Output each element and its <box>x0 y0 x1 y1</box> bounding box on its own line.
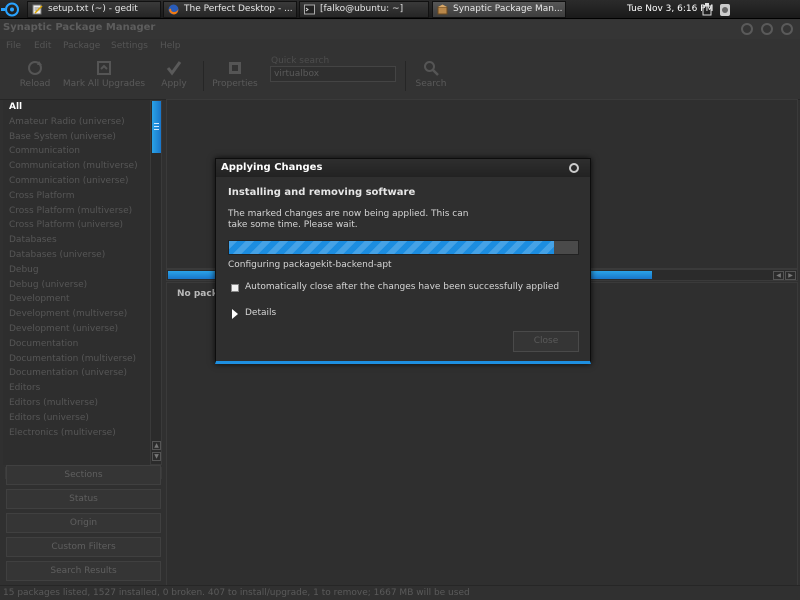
search-results-button[interactable]: Search Results <box>6 561 161 581</box>
category-item[interactable]: Debug (universe) <box>3 278 150 293</box>
category-item[interactable]: Editors (multiverse) <box>3 396 150 411</box>
toolbar-separator <box>405 61 406 91</box>
properties-icon <box>227 60 243 76</box>
category-item[interactable]: Documentation (multiverse) <box>3 352 150 367</box>
progress-bar <box>228 240 579 255</box>
toolbar: Reload Mark All Upgrades Apply Propertie… <box>0 55 800 100</box>
menu-edit[interactable]: Edit <box>34 41 51 51</box>
menu-package[interactable]: Package <box>63 41 100 51</box>
window-titlebar[interactable]: Synaptic Package Manager <box>0 19 800 39</box>
menu-bar: File Edit Package Settings Help <box>0 39 800 55</box>
details-expander-arrow-icon[interactable] <box>232 309 238 319</box>
main-menu-icon[interactable] <box>1 1 23 18</box>
task-gedit[interactable]: setup.txt (~) - gedit <box>27 1 161 18</box>
progress-bar-fill <box>229 241 554 254</box>
sections-button[interactable]: Sections <box>6 465 161 485</box>
search-icon <box>423 60 439 76</box>
dialog-title: Applying Changes <box>221 162 323 173</box>
quick-search-label: Quick search <box>271 56 330 66</box>
firefox-icon <box>168 4 179 15</box>
auto-close-label[interactable]: Automatically close after the changes ha… <box>245 282 559 292</box>
gedit-icon <box>32 4 43 15</box>
category-item[interactable]: Cross Platform (universe) <box>3 218 150 233</box>
category-item[interactable]: Databases <box>3 233 150 248</box>
apply-check-icon <box>166 60 182 76</box>
close-button[interactable]: Close <box>513 331 579 352</box>
toolbar-separator <box>203 61 204 91</box>
category-item[interactable]: Base System (universe) <box>3 130 150 145</box>
dialog-message: The marked changes are now being applied… <box>228 209 469 230</box>
category-item[interactable]: Electronics (multiverse) <box>3 426 150 441</box>
clock[interactable]: Tue Nov 3, 6:16 PM <box>627 0 713 19</box>
category-item[interactable]: Databases (universe) <box>3 248 150 263</box>
origin-button[interactable]: Origin <box>6 513 161 533</box>
category-item[interactable]: Documentation <box>3 337 150 352</box>
custom-filters-button[interactable]: Custom Filters <box>6 537 161 557</box>
progress-status-text: Configuring packagekit-backend-apt <box>228 260 392 270</box>
menu-settings[interactable]: Settings <box>111 41 148 51</box>
category-item[interactable]: Debug <box>3 263 150 278</box>
apply-button[interactable]: Apply <box>157 59 191 95</box>
mark-all-upgrades-button[interactable]: Mark All Upgrades <box>62 59 146 95</box>
task-label: The Perfect Desktop - ... <box>184 4 293 14</box>
properties-label: Properties <box>212 79 258 89</box>
auto-close-checkbox[interactable] <box>231 284 239 292</box>
search-button[interactable]: Search <box>413 59 449 95</box>
applying-changes-dialog: Applying Changes Installing and removing… <box>215 158 591 364</box>
category-list: All Amateur Radio (universe) Base System (… <box>3 100 150 465</box>
reload-button[interactable]: Reload <box>14 59 56 95</box>
scroll-up-arrow-icon[interactable]: ▲ <box>152 441 161 450</box>
category-item[interactable]: Cross Platform (multiverse) <box>3 204 150 219</box>
category-item[interactable]: Documentation (universe) <box>3 366 150 381</box>
details-expander-label[interactable]: Details <box>245 308 276 318</box>
scroll-left-arrow-icon[interactable]: ◀ <box>773 271 784 280</box>
network-icon[interactable] <box>702 2 712 19</box>
search-label: Search <box>415 79 447 89</box>
minimize-button[interactable] <box>741 23 753 35</box>
task-label: [falko@ubuntu: ~] <box>320 4 404 14</box>
scroll-down-arrow-icon[interactable]: ▼ <box>152 452 161 461</box>
reload-icon <box>27 60 43 76</box>
category-item[interactable]: Cross Platform <box>3 189 150 204</box>
category-item[interactable]: Communication (multiverse) <box>3 159 150 174</box>
task-firefox[interactable]: The Perfect Desktop - ... <box>163 1 297 18</box>
mark-upgrades-icon <box>96 60 112 76</box>
category-item[interactable]: Amateur Radio (universe) <box>3 115 150 130</box>
category-vertical-scrollbar[interactable]: ▲ ▼ <box>150 100 162 465</box>
maximize-button[interactable] <box>761 23 773 35</box>
dialog-heading: Installing and removing software <box>228 187 416 198</box>
apply-label: Apply <box>161 79 187 89</box>
dialog-close-icon[interactable] <box>569 163 579 173</box>
menu-file[interactable]: File <box>6 41 21 51</box>
mark-all-upgrades-label: Mark All Upgrades <box>62 79 146 89</box>
category-item[interactable]: All <box>3 100 150 115</box>
reload-label: Reload <box>19 79 51 89</box>
properties-button[interactable]: Properties <box>211 59 259 95</box>
scroll-right-arrow-icon[interactable]: ▶ <box>785 271 796 280</box>
task-label: setup.txt (~) - gedit <box>48 4 138 14</box>
dialog-titlebar[interactable]: Applying Changes <box>216 159 590 177</box>
task-terminal[interactable]: [falko@ubuntu: ~] <box>299 1 429 18</box>
category-item[interactable]: Development <box>3 292 150 307</box>
update-notifier-icon[interactable] <box>719 2 731 20</box>
synaptic-icon <box>437 4 448 15</box>
status-bar: 15 packages listed, 1527 installed, 0 br… <box>0 585 800 600</box>
scrollbar-thumb[interactable] <box>152 101 161 153</box>
category-item[interactable]: Development (multiverse) <box>3 307 150 322</box>
terminal-icon <box>304 4 315 15</box>
category-item[interactable]: Communication <box>3 144 150 159</box>
category-item[interactable]: Communication (universe) <box>3 174 150 189</box>
close-window-button[interactable] <box>781 23 793 35</box>
task-label: Synaptic Package Man... <box>453 4 563 14</box>
category-item[interactable]: Development (universe) <box>3 322 150 337</box>
category-item[interactable]: Editors (universe) <box>3 411 150 426</box>
quick-search-input[interactable] <box>270 66 396 82</box>
status-button[interactable]: Status <box>6 489 161 509</box>
top-panel: setup.txt (~) - gedit The Perfect Deskto… <box>0 0 800 19</box>
window-title: Synaptic Package Manager <box>3 22 156 33</box>
category-item[interactable]: Editors <box>3 381 150 396</box>
task-synaptic[interactable]: Synaptic Package Man... <box>432 1 566 18</box>
menu-help[interactable]: Help <box>160 41 181 51</box>
